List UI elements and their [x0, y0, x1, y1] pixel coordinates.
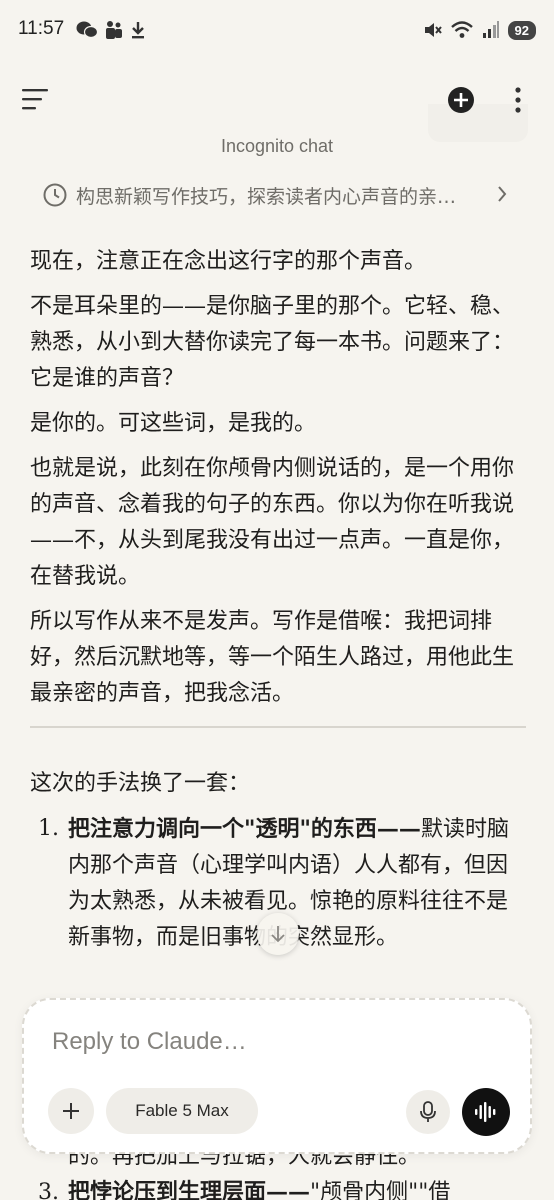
- status-time: 11:57: [18, 18, 65, 39]
- download-icon: [132, 22, 144, 39]
- message-paragraph: 所以写作从来不是发声。写作是借喉：我把词排好，然后沉默地等，等一个陌生人路过，用…: [30, 609, 515, 706]
- menu-icon[interactable]: [20, 86, 50, 112]
- scroll-to-bottom-button[interactable]: [257, 913, 299, 955]
- wechat-icon: [76, 21, 98, 39]
- arrow-down-icon: [271, 926, 285, 943]
- status-notification-icons: [76, 20, 146, 40]
- microphone-button[interactable]: [406, 1090, 450, 1134]
- mute-icon: [424, 23, 442, 37]
- list-number: 3.: [38, 1180, 59, 1200]
- message-paragraph: 是你的。可这些词，是我的。: [30, 411, 317, 436]
- model-selector-button[interactable]: Fable 5 Max: [106, 1088, 258, 1134]
- assistant-message: 现在，注意正在念出这行字的那个声音。 不是耳朵里的——是你脑子里的那个。它轻、稳…: [30, 244, 526, 966]
- list-item-text: "颅骨内侧""借: [310, 1180, 451, 1200]
- chat-title-bar[interactable]: 构思新颖写作技巧，探索读者内心声音的亲…: [42, 178, 522, 212]
- microphone-icon: [420, 1101, 436, 1122]
- clock-icon: [43, 183, 67, 207]
- message-paragraph: 不是耳朵里的——是你脑子里的那个。它轻、稳、熟悉，从小到大替你读完了每一本书。问…: [30, 294, 515, 391]
- signal-icon: [482, 21, 499, 38]
- list-intro: 这次的手法换了一套：: [30, 771, 251, 796]
- status-bar: 11:57 92: [0, 0, 554, 62]
- more-options-icon[interactable]: [508, 85, 528, 115]
- plus-icon: [63, 1103, 79, 1119]
- list-item-heading: 把悖论压到生理层面——: [68, 1179, 311, 1200]
- wifi-icon: [450, 21, 473, 38]
- status-system-icons: 92: [422, 20, 536, 40]
- incognito-label: Incognito chat: [220, 136, 334, 156]
- list-item-heading: 把注意力调向一个"透明"的东西——: [68, 816, 421, 842]
- chat-title: 构思新颖写作技巧，探索读者内心声音的亲…: [76, 185, 457, 208]
- list-number: 1.: [38, 816, 59, 841]
- list-item: 3. 把悖论压到生理层面——"颅骨内侧""借: [30, 1176, 530, 1200]
- chevron-right-icon: [498, 186, 507, 202]
- reply-input[interactable]: Reply to Claude…: [52, 1028, 247, 1056]
- message-paragraph: 也就是说，此刻在你颅骨内侧说话的，是一个用你的声音、念着我的句子的东西。你以为你…: [30, 456, 515, 589]
- composer: Reply to Claude… Fable 5 Max: [22, 998, 532, 1154]
- battery-indicator: 92: [507, 20, 536, 40]
- teams-icon: [106, 21, 122, 39]
- message-paragraph: 现在，注意正在念出这行字的那个声音。: [30, 249, 427, 274]
- divider: [30, 726, 526, 728]
- add-attachment-button[interactable]: [48, 1088, 94, 1134]
- voice-mode-button[interactable]: [462, 1088, 510, 1136]
- new-chat-icon[interactable]: [446, 85, 476, 115]
- waveform-icon: [475, 1102, 496, 1122]
